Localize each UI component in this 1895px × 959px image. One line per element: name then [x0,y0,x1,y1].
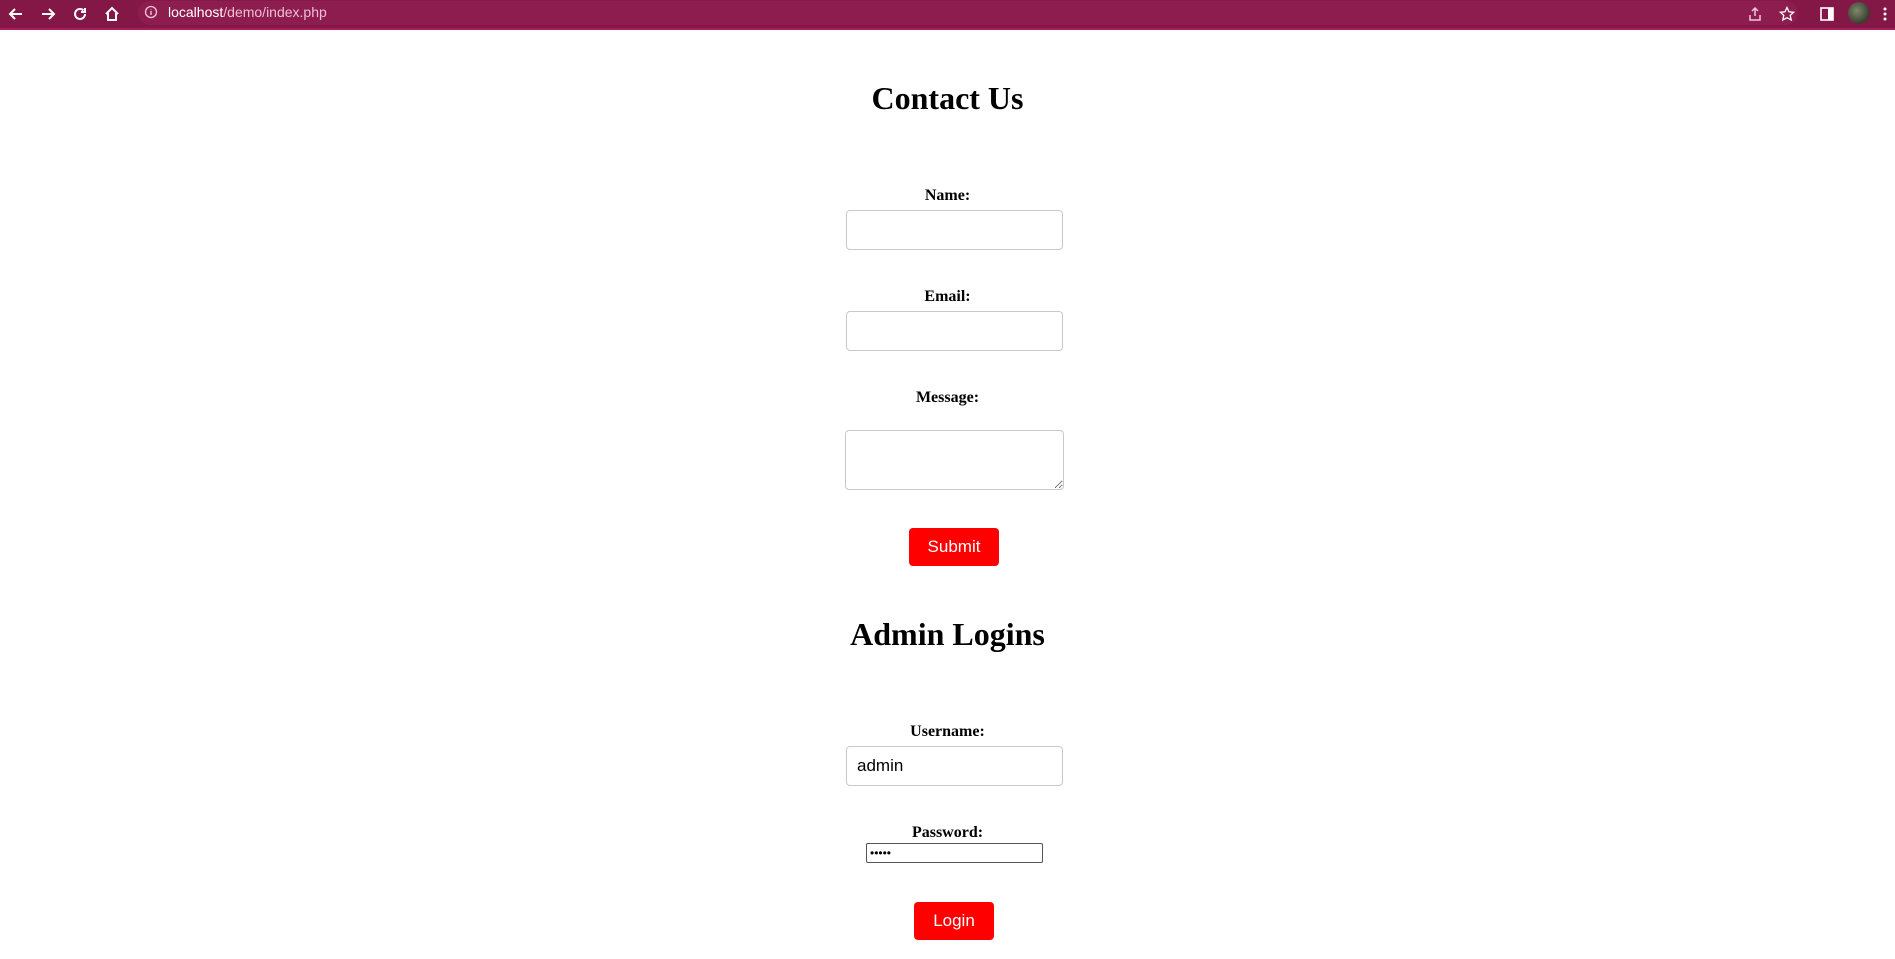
email-label: Email: [924,288,971,305]
message-label: Message: [915,389,980,406]
username-label: Username: [910,723,985,740]
admin-title: Admin Logins [850,616,1045,652]
side-panel-icon[interactable] [1815,2,1839,26]
home-icon[interactable] [100,2,124,26]
url-text[interactable]: localhost/demo/index.php [168,4,327,20]
message-textarea[interactable] [845,430,1064,490]
url-host: localhost [168,4,224,20]
url-path: /demo/index.php [223,4,327,20]
contact-title: Contact Us [871,80,1024,116]
login-button[interactable]: Login [914,902,994,940]
name-field[interactable] [846,210,1063,250]
browser-toolbar: localhost/demo/index.php [0,0,1895,30]
submit-button[interactable]: Submit [909,528,999,566]
reload-icon[interactable] [68,2,92,26]
address-bar[interactable] [138,1,1798,25]
name-label: Name: [924,187,971,204]
profile-avatar[interactable] [1848,2,1870,24]
password-label: Password: [911,824,984,841]
star-icon[interactable] [1775,2,1799,26]
forward-icon[interactable] [36,2,60,26]
info-icon[interactable] [144,5,158,19]
password-field[interactable] [866,843,1043,863]
back-icon[interactable] [4,2,28,26]
username-field[interactable] [846,746,1063,786]
email-field[interactable] [846,311,1063,351]
share-icon[interactable] [1743,2,1767,26]
menu-icon[interactable] [1878,2,1892,26]
